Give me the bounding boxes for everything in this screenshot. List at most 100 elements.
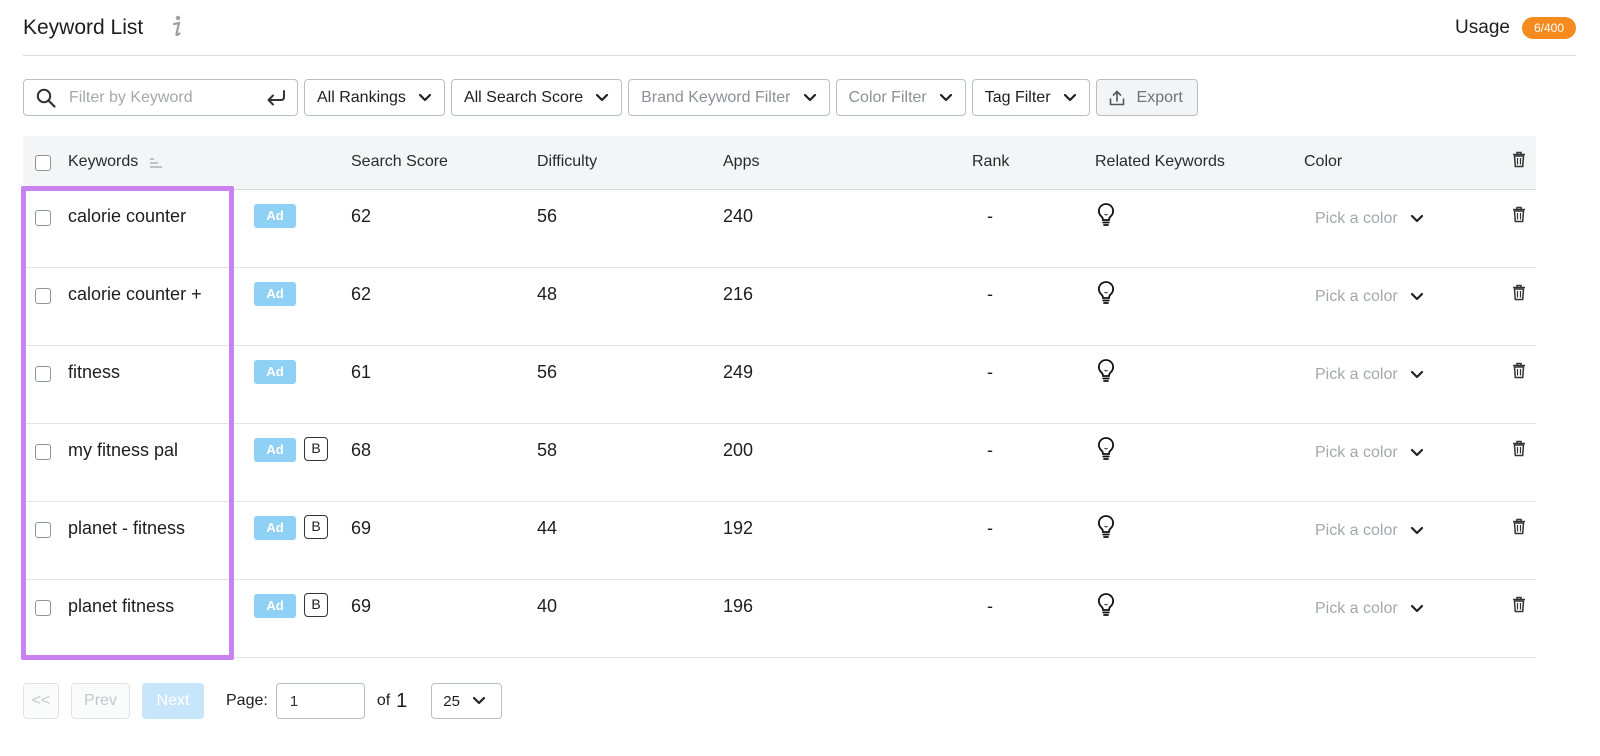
apps-cell: 216 <box>723 284 754 304</box>
difficulty-cell: 40 <box>537 596 558 616</box>
color-column-header: Color <box>1304 153 1343 170</box>
lightbulb-icon[interactable] <box>1096 436 1116 462</box>
tag-filter-dropdown[interactable]: Tag Filter <box>971 79 1090 116</box>
rank-cell: - <box>987 518 993 538</box>
color-filter-dropdown[interactable]: Color Filter <box>835 79 966 116</box>
chevron-down-icon <box>596 93 609 101</box>
color-picker-dropdown[interactable]: Pick a color <box>1315 600 1424 618</box>
chevron-down-icon <box>1410 292 1423 301</box>
keyword-search <box>23 79 298 116</box>
chevron-down-icon <box>472 696 486 705</box>
keyword-cell: planet - fitness <box>68 518 186 538</box>
info-icon[interactable] <box>170 14 184 38</box>
of-label: of <box>376 692 391 709</box>
trash-icon[interactable] <box>1512 284 1526 301</box>
page-size-select[interactable]: 25 <box>431 683 503 719</box>
enter-icon[interactable] <box>265 88 287 108</box>
trash-icon[interactable] <box>1512 596 1526 613</box>
lightbulb-icon[interactable] <box>1096 592 1116 618</box>
row-checkbox[interactable] <box>35 288 51 304</box>
keyword-cell: my fitness pal <box>68 440 179 460</box>
trash-icon[interactable] <box>1512 151 1526 168</box>
usage-label: Usage <box>1455 17 1510 38</box>
rank-column-header[interactable]: Rank <box>972 153 1009 171</box>
keywords-column-header[interactable]: Keywords <box>68 153 138 171</box>
search-score-cell: 69 <box>351 596 372 616</box>
page-header: Keyword List Usage 6/400 <box>23 0 1576 56</box>
color-picker-dropdown[interactable]: Pick a color <box>1315 288 1424 306</box>
page-size-value: 25 <box>443 692 460 710</box>
difficulty-cell: 44 <box>537 518 558 538</box>
rank-cell: - <box>987 206 993 226</box>
trash-icon[interactable] <box>1512 362 1526 379</box>
search-score-cell: 69 <box>351 518 372 538</box>
keyword-cell: planet fitness <box>68 596 175 616</box>
chevron-down-icon <box>1410 370 1423 379</box>
apps-cell: 196 <box>723 596 754 616</box>
page-label: Page: <box>226 692 268 709</box>
brand-keyword-filter-dropdown[interactable]: Brand Keyword Filter <box>628 79 830 116</box>
row-checkbox[interactable] <box>35 600 51 616</box>
rankings-filter-dropdown[interactable]: All Rankings <box>304 79 445 116</box>
search-score-filter-dropdown[interactable]: All Search Score <box>450 79 623 116</box>
ad-badge: Ad <box>254 594 296 618</box>
search-icon <box>36 88 56 108</box>
prev-page-button[interactable]: Prev <box>71 683 130 719</box>
brand-keyword-filter-label: Brand Keyword Filter <box>641 88 791 106</box>
pick-color-label: Pick a color <box>1315 210 1398 227</box>
usage-badge: 6/400 <box>1521 17 1576 39</box>
search-score-filter-label: All Search Score <box>463 88 584 106</box>
trash-icon[interactable] <box>1512 440 1526 457</box>
chevron-down-icon <box>1063 93 1076 101</box>
table-header: Keywords Search Score Difficulty Apps Ra… <box>23 136 1536 190</box>
row-checkbox[interactable] <box>35 210 51 226</box>
page-number-input[interactable] <box>275 683 365 719</box>
pick-color-label: Pick a color <box>1315 522 1398 539</box>
lightbulb-icon[interactable] <box>1096 358 1116 384</box>
apps-column-header[interactable]: Apps <box>723 153 759 171</box>
keyword-filter-input[interactable] <box>69 86 254 110</box>
first-page-button[interactable]: << <box>23 683 59 719</box>
export-label: Export <box>1136 88 1183 106</box>
filter-toolbar: All Rankings All Search Score Brand Keyw… <box>23 79 1198 116</box>
keyword-cell: fitness <box>68 362 121 382</box>
pagination: << Prev Next Page: of 1 25 <box>23 683 503 719</box>
row-checkbox[interactable] <box>35 366 51 382</box>
select-all-checkbox[interactable] <box>35 155 51 171</box>
rank-cell: - <box>987 284 993 304</box>
ad-badge: Ad <box>254 282 296 306</box>
usage-indicator: Usage 6/400 <box>1455 17 1576 39</box>
color-filter-label: Color Filter <box>848 88 927 106</box>
color-picker-dropdown[interactable]: Pick a color <box>1315 210 1424 228</box>
sort-icon[interactable] <box>149 156 163 170</box>
rank-cell: - <box>987 362 993 382</box>
difficulty-column-header[interactable]: Difficulty <box>537 153 597 171</box>
pick-color-label: Pick a color <box>1315 366 1398 383</box>
table-row: calorie counter + Ad 62 48 216 - Pick a color <box>23 268 1536 346</box>
export-button[interactable]: Export <box>1095 79 1198 116</box>
row-checkbox[interactable] <box>35 444 51 460</box>
color-picker-dropdown[interactable]: Pick a color <box>1315 444 1424 462</box>
row-checkbox[interactable] <box>35 522 51 538</box>
apps-cell: 192 <box>723 518 754 538</box>
lightbulb-icon[interactable] <box>1096 514 1116 540</box>
lightbulb-icon[interactable] <box>1096 280 1116 306</box>
search-score-column-header[interactable]: Search Score <box>351 153 448 171</box>
next-page-button[interactable]: Next <box>142 683 204 719</box>
trash-icon[interactable] <box>1512 518 1526 535</box>
color-picker-dropdown[interactable]: Pick a color <box>1315 366 1424 384</box>
chevron-down-icon <box>1410 604 1423 613</box>
tag-filter-label: Tag Filter <box>984 88 1051 106</box>
color-picker-dropdown[interactable]: Pick a color <box>1315 522 1424 540</box>
trash-icon[interactable] <box>1512 206 1526 223</box>
table-row: my fitness pal Ad B 68 58 200 - Pick a color <box>23 424 1536 502</box>
ad-badge: Ad <box>254 516 296 540</box>
lightbulb-icon[interactable] <box>1096 202 1116 228</box>
apps-cell: 200 <box>723 440 754 460</box>
chevron-down-icon <box>1410 448 1423 457</box>
pick-color-label: Pick a color <box>1315 288 1398 305</box>
chevron-down-icon <box>939 93 952 101</box>
difficulty-cell: 58 <box>537 440 558 460</box>
ad-badge: Ad <box>254 438 296 462</box>
ad-badge: Ad <box>254 204 296 228</box>
